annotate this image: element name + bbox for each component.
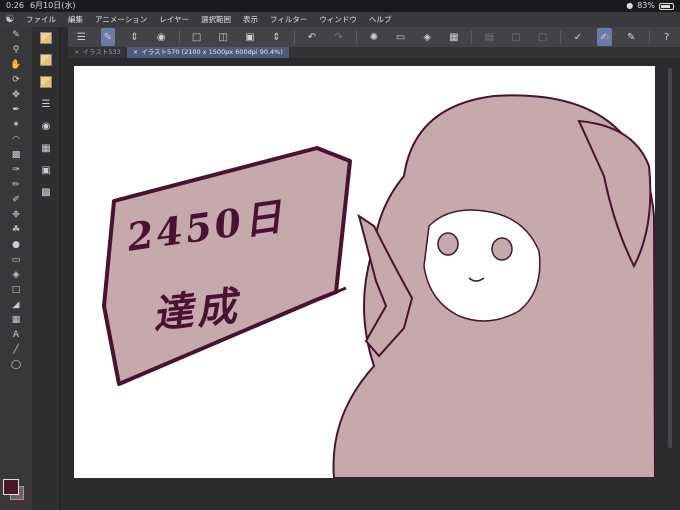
tab-label: イラスト570 (2100 x 1500px 600dpi 90.4%) [141,48,283,56]
fill-icon[interactable]: ◈ [420,28,435,46]
bubble-icon[interactable]: ◉ [154,28,169,46]
eraser-icon[interactable]: ▭ [0,252,32,267]
vertical-scrollbar[interactable] [668,68,672,448]
menu-window[interactable]: ウィンドウ [313,14,363,25]
menu-icon[interactable]: ☰ [74,28,89,46]
close-icon[interactable]: × [74,47,79,58]
layers-icon[interactable]: ☰ [32,93,60,115]
menu-animation[interactable]: アニメーション [89,14,153,25]
menu-file[interactable]: ファイル [20,14,62,25]
lasso-icon[interactable]: ◠ [0,132,32,147]
frame-tool-icon[interactable]: ◢ [0,297,32,312]
drawing-canvas[interactable]: 2450日 達成 [74,66,655,478]
handwritten-text-achieved: 達成 [150,282,243,339]
menu-bar: ☯ ファイル 編集 アニメーション レイヤー 選択範囲 表示 フィルター ウィン… [0,12,680,27]
color-set-icon[interactable]: ▦ [32,137,60,159]
battery-icon [659,2,674,10]
tab-illust-533[interactable]: × イラスト533 [68,47,127,58]
text-icon[interactable]: A [0,327,32,342]
sub-tool-thumbnail-icon[interactable] [32,71,60,93]
menu-view[interactable]: 表示 [237,14,264,25]
battery-level [661,4,671,8]
separator [471,30,472,44]
pen-tool-icon[interactable]: ✎ [0,27,32,42]
line-icon[interactable]: ╱ [0,342,32,357]
balloon-icon[interactable]: ◯ [0,357,32,372]
main-color-swatch[interactable] [3,479,19,495]
workspace: 2450日 達成 [68,58,680,510]
undo-icon[interactable]: ↶ [305,28,320,46]
menu-edit[interactable]: 編集 [62,14,89,25]
menu-selection[interactable]: 選択範囲 [195,14,237,25]
document-tabs: × イラスト533 × イラスト570 (2100 x 1500px 600dp… [68,47,680,58]
menu-filter[interactable]: フィルター [264,14,313,25]
border-icon[interactable]: □ [535,28,550,46]
material-icon[interactable]: ▣ [32,159,60,181]
open-icon[interactable]: ◫ [216,28,231,46]
blend-icon[interactable]: ☘ [0,222,32,237]
ruler-icon[interactable]: ✓ [571,28,586,46]
pencil-icon[interactable]: ✏ [0,177,32,192]
tab-illust-570[interactable]: × イラスト570 (2100 x 1500px 600dpi 90.4%) [126,47,289,58]
sparkle-icon[interactable]: ✶ [0,117,32,132]
separator [559,30,561,44]
fill-tool-icon[interactable]: ◈ [0,267,32,282]
mesh-icon[interactable]: ▤ [482,28,497,46]
drop-icon[interactable]: ● [0,237,32,252]
close-icon[interactable]: × [133,47,138,58]
brush-icon[interactable]: ✎ [100,28,116,46]
status-bar: 0:26 6月10日(水) ● 83% [0,0,680,12]
wifi-icon: ● [626,1,634,10]
status-date: 6月10日(水) [29,1,76,10]
stepper-icon[interactable]: ⇕ [269,28,284,46]
speech-bubble [102,146,352,386]
app-logo-icon[interactable]: ☯ [0,12,20,27]
navigator-icon[interactable]: ◉ [32,115,60,137]
spinner-icon[interactable]: ✺ [367,28,382,46]
stroke-icon[interactable]: ✎ [624,28,639,46]
transform-icon[interactable]: ▦ [447,28,462,46]
rotate-icon[interactable]: ⟳ [0,72,32,87]
tab-label: イラスト533 [82,48,121,56]
sub-tool-thumbnail-icon[interactable] [32,27,60,49]
save-icon[interactable]: ▣ [243,28,258,46]
separator [178,30,180,44]
pen-ruler-icon[interactable]: ✍ [597,28,612,46]
character-sketch [332,94,655,478]
pen-icon[interactable]: ✑ [0,162,32,177]
move-icon[interactable]: ✥ [0,87,32,102]
frame-icon[interactable]: ▢ [509,28,524,46]
menu-help[interactable]: ヘルプ [363,14,398,25]
hand-icon[interactable]: ✋ [0,57,32,72]
redo-icon[interactable]: ↷ [331,28,346,46]
command-bar: ☰ ✎ ⇕ ◉ □ ◫ ▣ ⇕ ↶ ↷ ✺ ▭ ◈ ▦ ▤ ▢ □ ✓ ✍ ✎ … [68,27,680,47]
spray-icon[interactable]: ❉ [0,207,32,222]
separator [648,30,650,44]
zoom-icon[interactable]: ⚲ [0,42,32,57]
clear-icon[interactable]: ▭ [393,28,408,46]
artwork [102,94,655,478]
stepper-icon[interactable]: ⇕ [127,28,142,46]
help-icon[interactable]: ? [659,28,674,46]
gradient-icon[interactable]: ▩ [0,147,32,162]
separator [355,30,357,44]
sub-tool-bar: ☰ ◉ ▦ ▣ ▩ [32,27,60,510]
menu-layer[interactable]: レイヤー [153,14,195,25]
eyedropper-icon[interactable]: ✒ [0,102,32,117]
status-time: 0:26 [6,1,24,10]
rectangle-icon[interactable]: □ [0,282,32,297]
sub-tool-thumbnail-icon[interactable] [32,49,60,71]
new-icon[interactable]: □ [189,28,204,46]
brush-tool-icon[interactable]: ✐ [0,192,32,207]
battery-percent: 83% [637,1,655,10]
image-icon[interactable]: ▩ [32,181,60,203]
grid-icon[interactable]: ▦ [0,312,32,327]
separator [293,30,295,44]
tool-bar: ✎ ⚲ ✋ ⟳ ✥ ✒ ✶ ◠ ▩ ✑ ✏ ✐ ❉ ☘ ● ▭ ◈ □ ◢ ▦ … [0,27,32,510]
